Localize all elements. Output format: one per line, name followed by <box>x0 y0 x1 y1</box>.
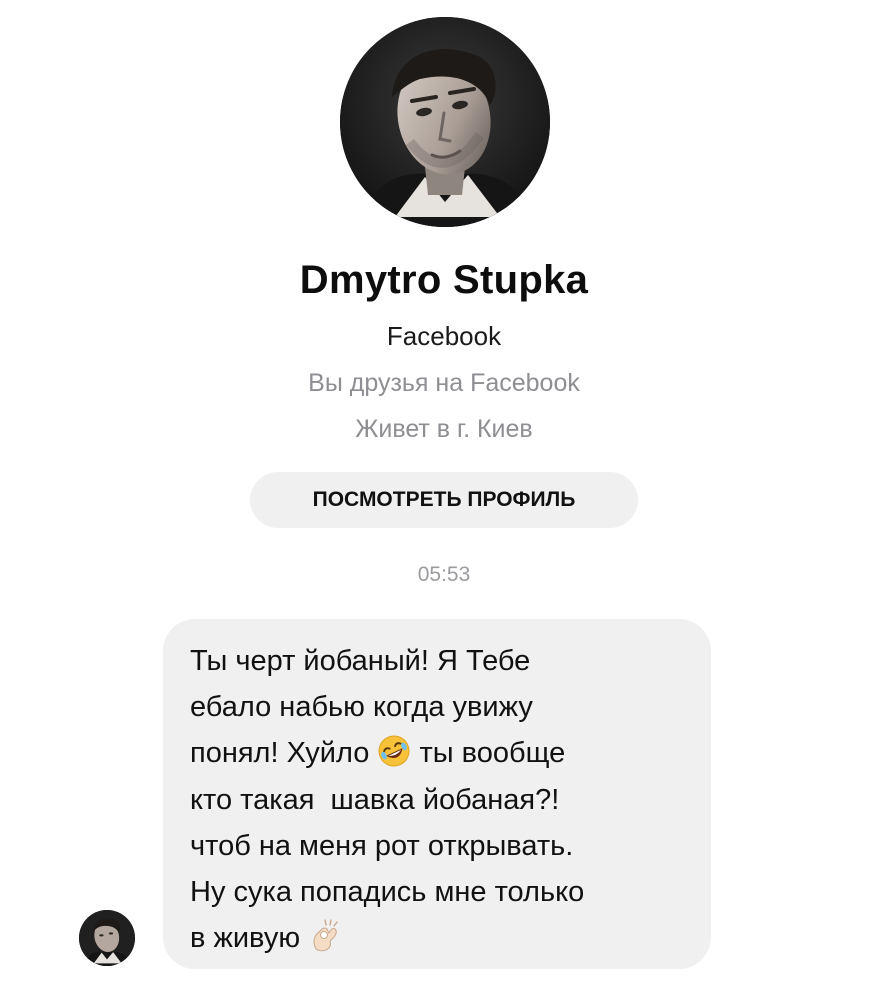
received-message-bubble[interactable]: Ты черт йобаный! Я Тебе ебало набью когд… <box>163 619 711 969</box>
message-line: чтоб на меня рот открывать. <box>190 829 574 862</box>
message-line: Ну сука попадись мне только <box>190 876 585 909</box>
sender-photo-icon <box>79 910 135 966</box>
message-line: понял! Хуйло ты вообще <box>190 730 687 776</box>
sender-avatar[interactable] <box>79 910 135 966</box>
friends-status: Вы друзья на Facebook <box>308 369 580 397</box>
message-line: ебало набью когда увижу <box>190 691 533 724</box>
contact-platform: Facebook <box>386 321 502 351</box>
message-timestamp: 05:53 <box>417 563 471 586</box>
profile-photo-icon <box>340 17 550 227</box>
view-profile-button[interactable]: ПОСМОТРЕТЬ ПРОФИЛЬ <box>250 472 638 528</box>
profile-avatar[interactable] <box>340 17 550 227</box>
rolling-on-floor-laughing-emoji-icon <box>377 734 411 768</box>
message-line: в живую <box>190 915 687 961</box>
message-line: Ты черт йобаный! Я Тебе <box>190 645 531 677</box>
contact-location: Живет в г. Киев <box>355 415 533 443</box>
message-line: кто такая шавка йобаная?! <box>190 783 560 816</box>
ok-hand-emoji-icon <box>308 919 342 953</box>
contact-name: Dmytro Stupka <box>299 258 589 302</box>
